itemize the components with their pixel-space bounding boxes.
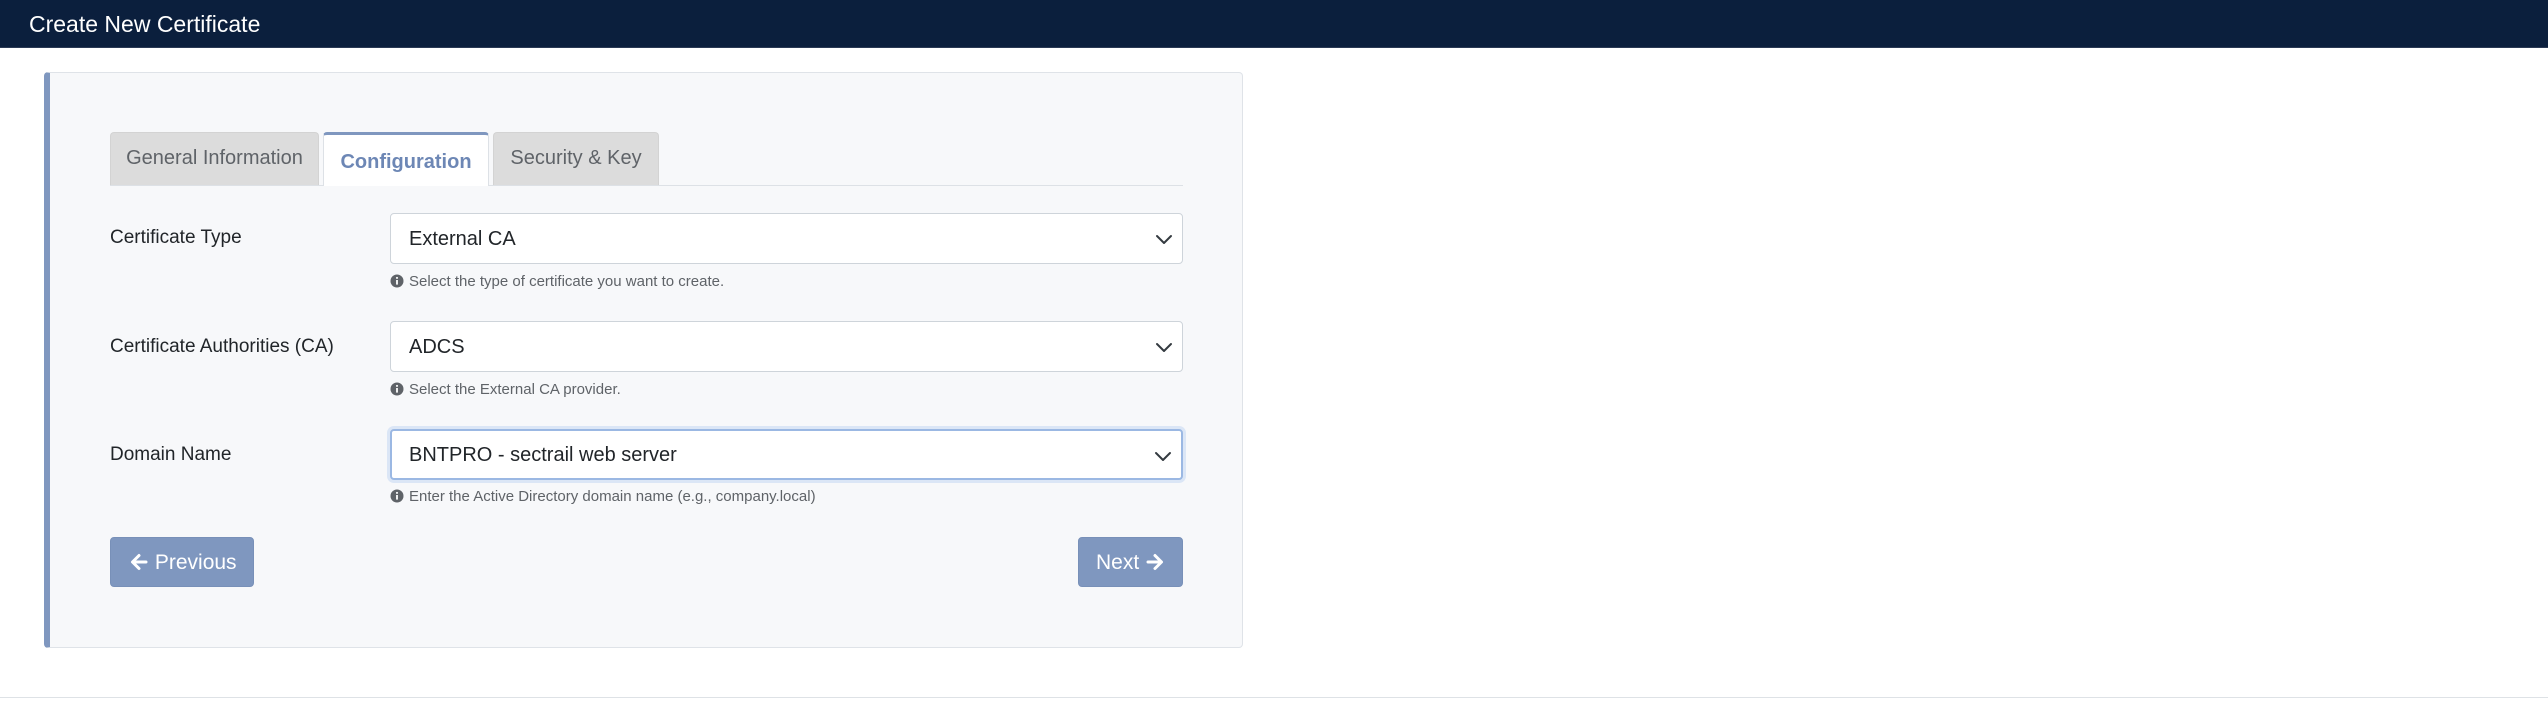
certificate-type-value: External CA [409, 228, 516, 250]
previous-button[interactable]: Previous [110, 537, 254, 587]
arrow-left-icon [131, 554, 148, 570]
info-circle-icon [390, 382, 404, 396]
tab-label: Configuration [340, 151, 472, 173]
certificate-authority-label: Certificate Authorities (CA) [110, 336, 334, 357]
chevron-down-icon [1156, 343, 1172, 352]
page-divider [0, 697, 2548, 698]
top-header-bar: Create New Certificate [0, 0, 2548, 48]
domain-name-select[interactable]: BNTPRO - sectrail web server [390, 429, 1183, 480]
help-text: Select the External CA provider. [409, 381, 621, 398]
certificate-type-help: Select the type of certificate you want … [390, 273, 724, 291]
certificate-authority-select[interactable]: ADCS [390, 321, 1183, 372]
chevron-down-icon [1156, 235, 1172, 244]
tab-label: General Information [126, 147, 303, 169]
tab-label: Security & Key [510, 147, 642, 169]
tab-configuration[interactable]: Configuration [323, 132, 489, 186]
domain-name-help: Enter the Active Directory domain name (… [390, 488, 816, 506]
info-circle-icon [390, 274, 404, 288]
arrow-right-icon [1146, 554, 1164, 570]
tab-general-information[interactable]: General Information [110, 132, 319, 185]
help-text: Enter the Active Directory domain name (… [409, 488, 816, 505]
certificate-authority-help: Select the External CA provider. [390, 381, 621, 399]
chevron-down-icon [1155, 452, 1171, 461]
domain-name-label: Domain Name [110, 444, 232, 465]
info-circle-icon [390, 489, 404, 503]
tab-security-key[interactable]: Security & Key [493, 132, 659, 185]
wizard-tabs: General Information Configuration Securi… [110, 132, 1183, 186]
next-button[interactable]: Next [1078, 537, 1183, 587]
previous-button-label: Previous [154, 551, 237, 574]
page-title: Create New Certificate [29, 11, 261, 37]
domain-name-value: BNTPRO - sectrail web server [409, 444, 677, 466]
certificate-authority-value: ADCS [409, 336, 465, 358]
help-text: Select the type of certificate you want … [409, 273, 725, 290]
certificate-type-select[interactable]: External CA [390, 213, 1183, 264]
next-button-label: Next [1096, 551, 1140, 574]
certificate-type-label: Certificate Type [110, 227, 242, 248]
